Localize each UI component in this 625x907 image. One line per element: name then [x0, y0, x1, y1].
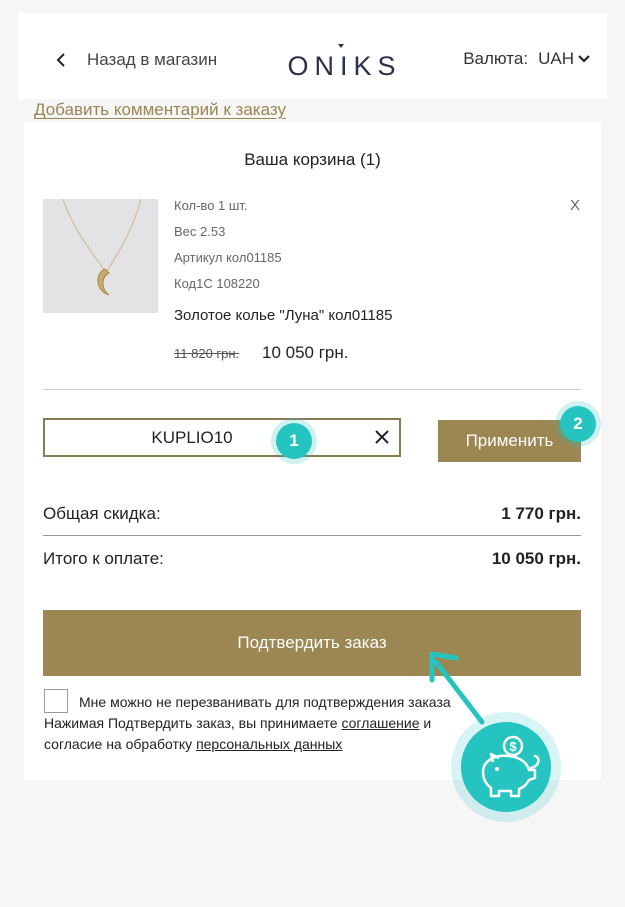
no-call-label: Мне можно не перезванивать для подтвержд…: [79, 694, 451, 710]
agreement-link[interactable]: соглашение: [341, 715, 419, 731]
chevron-left-icon: [56, 53, 65, 67]
close-icon[interactable]: [373, 428, 391, 446]
divider: [43, 535, 581, 536]
add-comment-link[interactable]: Добавить комментарий к заказу: [34, 100, 286, 120]
chevron-down-icon: [578, 55, 590, 63]
back-to-shop-link[interactable]: Назад в магазин: [51, 49, 217, 71]
no-call-checkbox[interactable]: [44, 689, 68, 713]
svg-text:$: $: [509, 739, 517, 754]
consent-prefix: согласие на обработку: [44, 736, 197, 752]
oniks-logo[interactable]: ONIKS: [277, 43, 412, 79]
currency-selector[interactable]: Валюта: UAH: [463, 49, 590, 69]
total-value: 10 050 грн.: [491, 549, 581, 568]
step-badge-1: 1: [276, 423, 312, 459]
discount-label: Общая скидка:: [43, 504, 161, 523]
product-name[interactable]: Золотое колье "Луна" кол01185: [174, 307, 392, 324]
item-qty: Кол-во 1 шт.: [174, 198, 248, 213]
agreement-prefix: Нажимая Подтвердить заказ, вы принимаете: [44, 715, 342, 731]
current-price: 10 050 грн.: [262, 343, 349, 362]
consent-text: согласие на обработку персональных данны…: [44, 736, 342, 752]
item-code: Код1С 108220: [174, 276, 260, 291]
currency-value: UAH: [538, 49, 574, 68]
discount-value: 1 770 грн.: [501, 504, 581, 523]
site-header: Назад в магазин ONIKS Валюта: UAH: [18, 13, 607, 99]
item-article: Артикул кол01185: [174, 250, 282, 265]
divider: [43, 389, 581, 390]
currency-label: Валюта:: [463, 49, 529, 68]
step-badge-2: 2: [560, 406, 596, 442]
remove-item-button[interactable]: X: [570, 197, 580, 214]
back-label: Назад в магазин: [87, 50, 218, 69]
logo-text: ONIKS: [287, 51, 401, 79]
promo-code-input[interactable]: [43, 418, 401, 457]
old-price: 11 820 грн.: [174, 346, 240, 361]
cart-title: Ваша корзина (1): [244, 150, 381, 169]
item-weight: Вес 2.53: [174, 224, 226, 239]
total-label: Итого к оплате:: [43, 549, 164, 568]
piggy-bank-icon: $: [461, 722, 551, 812]
product-image[interactable]: [43, 199, 158, 313]
cart-card: Ваша корзина (1) Кол-во 1 шт. Вес 2.53 А…: [24, 122, 601, 780]
personal-data-link[interactable]: персональных данных: [196, 736, 342, 752]
agreement-text: Нажимая Подтвердить заказ, вы принимаете…: [44, 715, 431, 731]
